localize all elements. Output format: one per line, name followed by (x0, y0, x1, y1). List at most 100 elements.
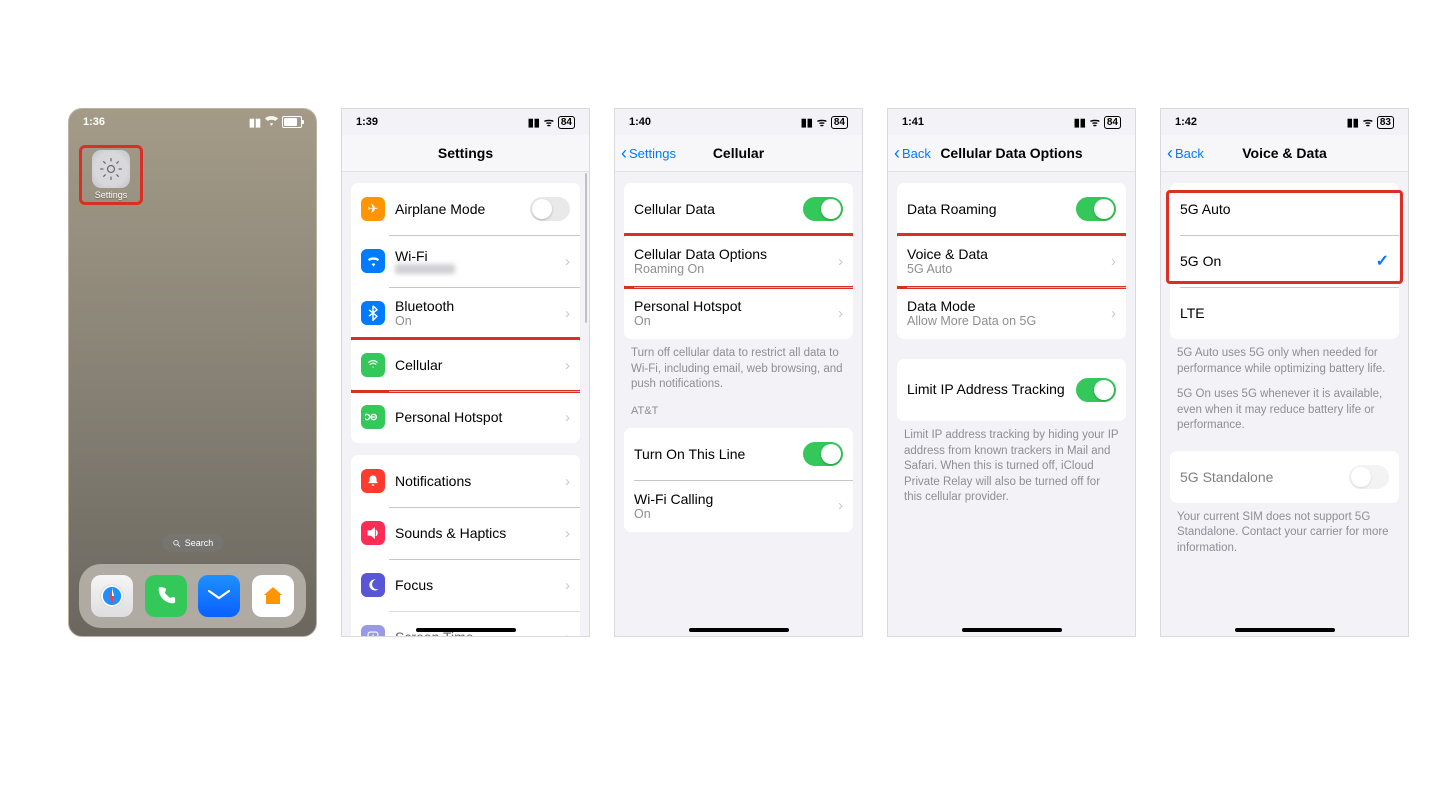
cellular-data-toggle[interactable] (803, 197, 843, 221)
phone-settings: 1:39 ▮▮ ᯤ 84 Settings ✈︎ Airplane Mode (341, 108, 590, 637)
dock-mail-icon[interactable] (198, 575, 240, 617)
row-5g-on[interactable]: 5G On ✓ (1170, 235, 1399, 287)
row-label: 5G Standalone (1180, 469, 1339, 485)
row-label: Focus (395, 577, 555, 593)
row-cellular[interactable]: Cellular › (351, 339, 580, 391)
row-label: Cellular Data (634, 201, 793, 217)
focus-icon (361, 573, 385, 597)
row-label: 5G On (1180, 253, 1366, 269)
chevron-right-icon: › (565, 357, 570, 374)
line-toggle[interactable] (803, 442, 843, 466)
row-value: On (634, 314, 828, 328)
row-label: Data Mode (907, 298, 1101, 314)
wifi-icon: ᯤ (1090, 115, 1100, 130)
row-personal-hotspot[interactable]: Personal Hotspot › (351, 391, 580, 443)
home-indicator[interactable] (1235, 628, 1335, 632)
row-airplane-mode[interactable]: ✈︎ Airplane Mode (351, 183, 580, 235)
phone-cellular: 1:40 ▮▮ ᯤ 84 ‹Settings Cellular Cellular… (614, 108, 863, 637)
chevron-right-icon: › (565, 409, 570, 426)
row-wifi-calling[interactable]: Wi-Fi Calling On › (624, 480, 853, 532)
row-bluetooth[interactable]: Bluetooth On › (351, 287, 580, 339)
row-notifications[interactable]: Notifications › (351, 455, 580, 507)
row-data-roaming[interactable]: Data Roaming (897, 183, 1126, 235)
row-screen-time[interactable]: Screen Time › (351, 611, 580, 637)
status-time: 1:36 (83, 116, 105, 128)
home-search-pill[interactable]: Search (162, 534, 224, 552)
row-wifi[interactable]: Wi-Fi › (351, 235, 580, 287)
battery-level: 84 (831, 116, 848, 129)
footer-cellular-data: Turn off cellular data to restrict all d… (631, 346, 846, 393)
status-bar: 1:39 ▮▮ ᯤ 84 (342, 109, 589, 135)
chevron-right-icon: › (838, 497, 843, 514)
row-limit-ip-tracking[interactable]: Limit IP Address Tracking (897, 359, 1126, 421)
row-label: Notifications (395, 473, 555, 489)
row-personal-hotspot[interactable]: Personal Hotspot On › (624, 287, 853, 339)
row-cellular-data-options[interactable]: Cellular Data Options Roaming On › (624, 235, 853, 287)
wifi-icon: ᯤ (1363, 115, 1373, 130)
row-turn-on-this-line[interactable]: Turn On This Line (624, 428, 853, 480)
status-time: 1:41 (902, 116, 924, 128)
row-5g-auto[interactable]: 5G Auto (1170, 183, 1399, 235)
nav-back[interactable]: ‹Settings (621, 135, 676, 171)
phone-home-screen: 1:36 ▮▮ Settings Search (68, 108, 317, 637)
wifi-network-name (395, 264, 455, 274)
row-label: Personal Hotspot (634, 298, 828, 314)
row-label: Data Roaming (907, 201, 1066, 217)
row-value: 5G Auto (907, 262, 1101, 276)
dock-phone-icon[interactable] (145, 575, 187, 617)
settings-app-highlight: Settings (79, 145, 143, 205)
footer-limit-ip: Limit IP address tracking by hiding your… (904, 428, 1119, 506)
battery-level: 83 (1377, 116, 1394, 129)
nav-title: Cellular (713, 145, 764, 161)
dock-home-icon[interactable] (252, 575, 294, 617)
chevron-right-icon: › (565, 305, 570, 322)
wifi-icon: ᯤ (817, 115, 827, 130)
row-focus[interactable]: Focus › (351, 559, 580, 611)
chevron-left-icon: ‹ (1167, 144, 1173, 162)
wifi-row-icon (361, 249, 385, 273)
settings-app-icon[interactable] (92, 150, 130, 188)
row-sounds-haptics[interactable]: Sounds & Haptics › (351, 507, 580, 559)
scrollbar[interactable] (585, 173, 588, 323)
nav-back[interactable]: ‹Back (1167, 135, 1204, 171)
home-indicator[interactable] (962, 628, 1062, 632)
row-cellular-data[interactable]: Cellular Data (624, 183, 853, 235)
nav-title: Voice & Data (1242, 145, 1327, 161)
cellular-icon (361, 353, 385, 377)
home-indicator[interactable] (416, 628, 516, 632)
wifi-icon (265, 116, 278, 129)
row-lte[interactable]: LTE (1170, 287, 1399, 339)
chevron-right-icon: › (1111, 305, 1116, 322)
airplane-toggle[interactable] (530, 197, 570, 221)
checkmark-icon: ✓ (1376, 251, 1389, 271)
home-search-label: Search (185, 538, 214, 548)
row-value: Roaming On (634, 262, 828, 276)
dock-safari-icon[interactable] (91, 575, 133, 617)
data-roaming-toggle[interactable] (1076, 197, 1116, 221)
limit-ip-toggle[interactable] (1076, 378, 1116, 402)
phone-cellular-data-options: 1:41 ▮▮ ᯤ 84 ‹Back Cellular Data Options… (887, 108, 1136, 637)
settings-app-label: Settings (86, 190, 136, 200)
row-voice-and-data[interactable]: Voice & Data 5G Auto › (897, 235, 1126, 287)
row-label: Turn On This Line (634, 446, 793, 462)
airplane-icon: ✈︎ (361, 197, 385, 221)
nav-back[interactable]: ‹Back (894, 135, 931, 171)
footer-5g-on: 5G On uses 5G whenever it is available, … (1177, 387, 1392, 434)
row-value: On (634, 507, 828, 521)
row-data-mode[interactable]: Data Mode Allow More Data on 5G › (897, 287, 1126, 339)
chevron-right-icon: › (565, 473, 570, 490)
row-label: Wi-Fi Calling (634, 491, 828, 507)
status-bar: 1:42 ▮▮ ᯤ 83 (1161, 109, 1408, 135)
row-label: 5G Auto (1180, 201, 1389, 217)
nav-back-label: Back (902, 146, 931, 161)
status-time: 1:39 (356, 116, 378, 128)
nav-back-label: Back (1175, 146, 1204, 161)
phone-voice-and-data: 1:42 ▮▮ ᯤ 83 ‹Back Voice & Data 5G Auto … (1160, 108, 1409, 637)
home-indicator[interactable] (689, 628, 789, 632)
cellular-signal-icon: ▮▮ (801, 116, 813, 129)
dock (79, 564, 306, 628)
nav-title: Cellular Data Options (940, 145, 1082, 161)
footer-5g-standalone: Your current SIM does not support 5G Sta… (1177, 510, 1392, 557)
status-bar: 1:40 ▮▮ ᯤ 84 (615, 109, 862, 135)
wifi-icon: ᯤ (544, 115, 554, 130)
